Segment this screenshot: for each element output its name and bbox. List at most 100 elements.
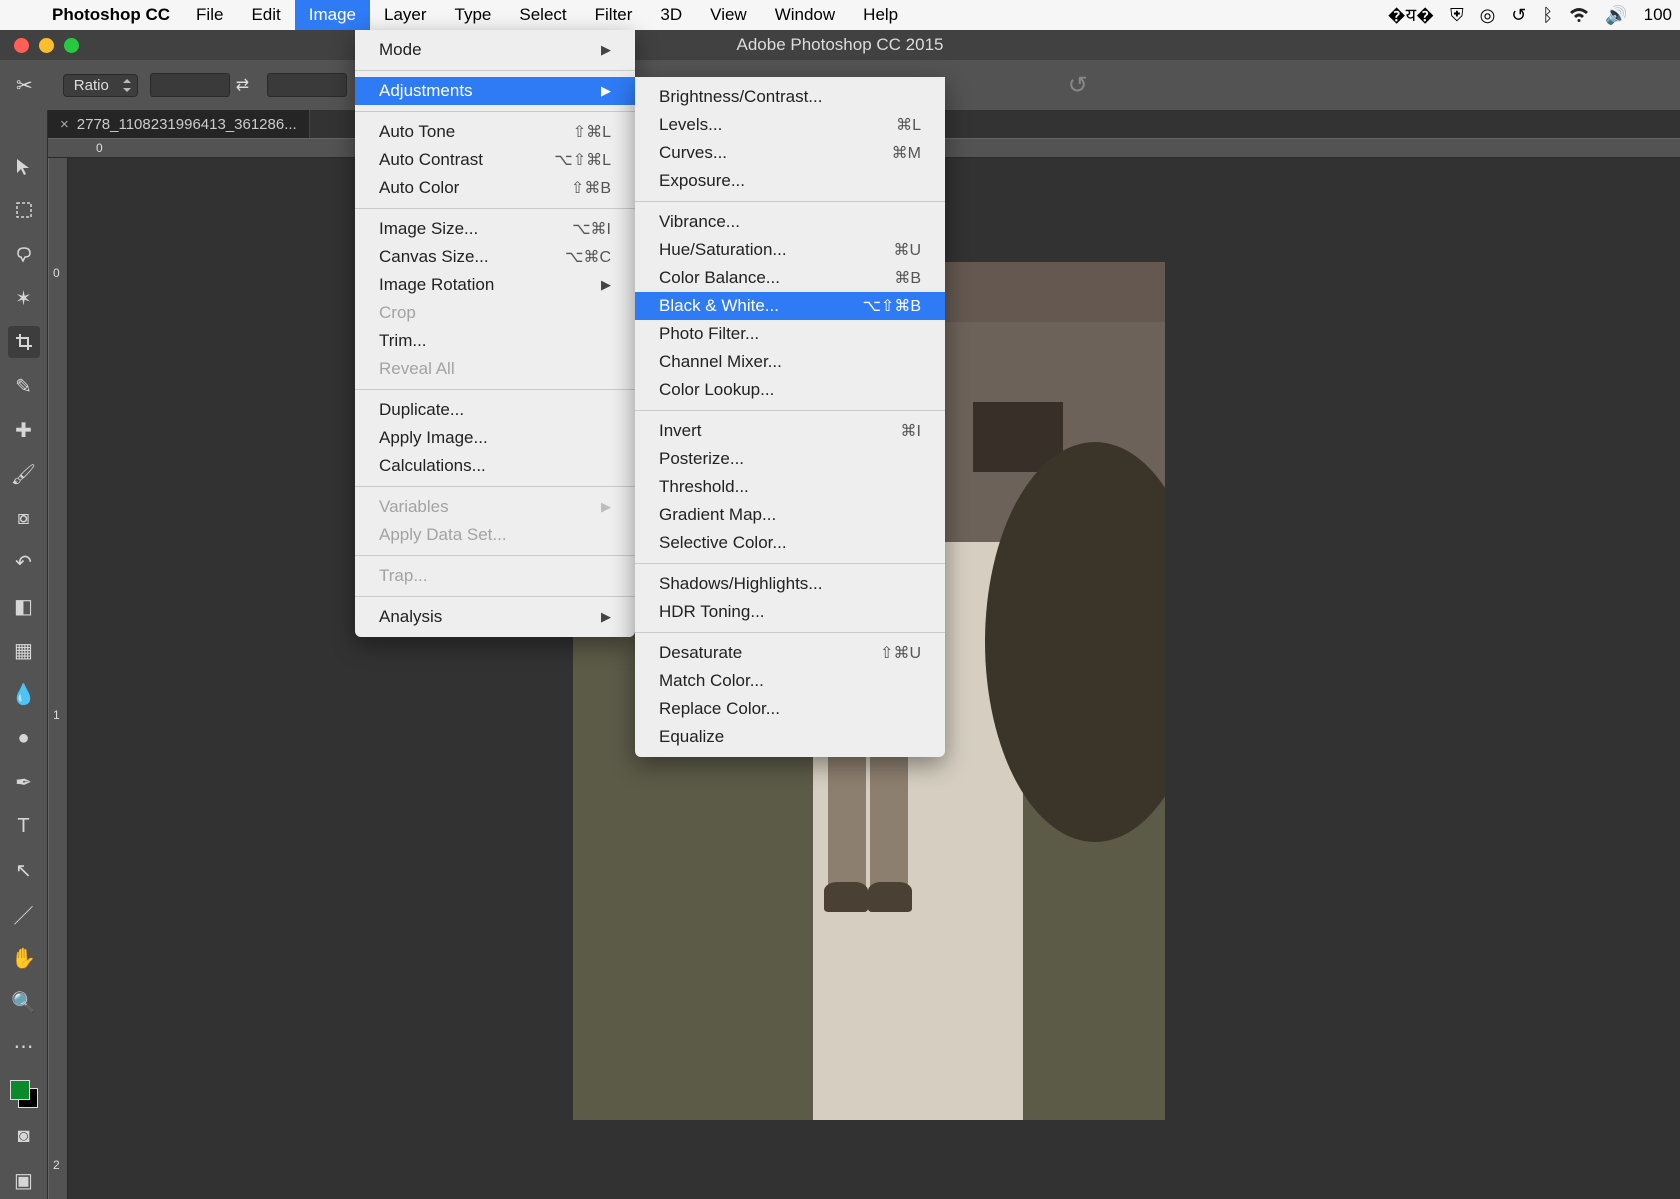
image-menu-item-canvas-size[interactable]: Canvas Size...⌥⌘C — [355, 243, 635, 271]
stamp-tool-icon[interactable]: ⧇ — [8, 502, 40, 534]
adjustments-item-selective-color[interactable]: Selective Color... — [635, 529, 945, 557]
menu-item-shortcut: ⌘U — [893, 240, 921, 260]
adjustments-item-shadows-highlights[interactable]: Shadows/Highlights... — [635, 570, 945, 598]
image-menu-item-image-rotation[interactable]: Image Rotation▶ — [355, 271, 635, 299]
adjustments-item-match-color[interactable]: Match Color... — [635, 667, 945, 695]
ratio-dropdown[interactable]: Ratio — [63, 74, 138, 97]
ratio-field-w[interactable] — [150, 73, 230, 97]
menu-window[interactable]: Window — [761, 0, 849, 30]
wifi-icon[interactable] — [1569, 7, 1589, 23]
path-tool-icon[interactable]: ↖ — [8, 854, 40, 886]
adjustments-item-desaturate[interactable]: Desaturate⇧⌘U — [635, 639, 945, 667]
line-tool-icon[interactable]: ／ — [8, 898, 40, 930]
healing-tool-icon[interactable]: ✚ — [8, 414, 40, 446]
adjustments-item-photo-filter[interactable]: Photo Filter... — [635, 320, 945, 348]
adjustments-item-threshold[interactable]: Threshold... — [635, 473, 945, 501]
image-menu-item-crop: Crop — [355, 299, 635, 327]
minimize-dot[interactable] — [39, 38, 54, 53]
swap-icon[interactable]: ⇄ — [236, 75, 249, 95]
menu-type[interactable]: Type — [441, 0, 506, 30]
menu-edit[interactable]: Edit — [237, 0, 294, 30]
volume-icon[interactable]: 🔊 — [1605, 5, 1627, 26]
adjustments-item-invert[interactable]: Invert⌘I — [635, 417, 945, 445]
document-tab[interactable]: × 2778_1108231996413_361286... — [48, 110, 310, 138]
adjustments-item-vibrance[interactable]: Vibrance... — [635, 208, 945, 236]
magic-wand-tool-icon[interactable]: ✶ — [8, 282, 40, 314]
image-menu-item-trap: Trap... — [355, 562, 635, 590]
adjustments-item-exposure[interactable]: Exposure... — [635, 167, 945, 195]
adjustments-item-replace-color[interactable]: Replace Color... — [635, 695, 945, 723]
shield-icon[interactable]: ⛨ — [1450, 5, 1464, 26]
bluetooth-icon[interactable]: ᛒ — [1542, 5, 1553, 26]
image-menu-item-image-size[interactable]: Image Size...⌥⌘I — [355, 215, 635, 243]
adjustments-item-color-lookup[interactable]: Color Lookup... — [635, 376, 945, 404]
image-menu-item-auto-color[interactable]: Auto Color⇧⌘B — [355, 174, 635, 202]
lasso-tool-icon[interactable] — [8, 238, 40, 270]
menu-item-shortcut: ⇧⌘L — [573, 122, 611, 142]
gradient-tool-icon[interactable]: ▦ — [8, 634, 40, 666]
dodge-tool-icon[interactable]: ● — [8, 722, 40, 754]
crop-tool-icon[interactable] — [8, 326, 40, 358]
menu-file[interactable]: File — [182, 0, 237, 30]
brush-tool-icon[interactable]: 🖌 — [8, 458, 40, 490]
menu-image[interactable]: Image — [295, 0, 370, 30]
cc-icon[interactable]: ◎ — [1480, 5, 1496, 26]
screenmode-icon[interactable]: ▣ — [8, 1164, 40, 1196]
image-menu-item-adjustments[interactable]: Adjustments▶ — [355, 77, 635, 105]
image-menu-item-duplicate[interactable]: Duplicate... — [355, 396, 635, 424]
battery-percent[interactable]: 100 — [1644, 5, 1672, 25]
move-tool-icon[interactable] — [8, 150, 40, 182]
more-icon[interactable]: ⋯ — [8, 1030, 40, 1062]
menu-item-label: Brightness/Contrast... — [659, 87, 921, 107]
quickmask-icon[interactable]: ◙ — [8, 1120, 40, 1152]
marquee-tool-icon[interactable] — [8, 194, 40, 226]
image-menu-item-calculations[interactable]: Calculations... — [355, 452, 635, 480]
adjustments-item-hue-saturation[interactable]: Hue/Saturation...⌘U — [635, 236, 945, 264]
adjustments-item-levels[interactable]: Levels...⌘L — [635, 111, 945, 139]
timemachine-icon[interactable]: ↺ — [1511, 5, 1526, 26]
image-menu-item-analysis[interactable]: Analysis▶ — [355, 603, 635, 631]
image-menu-item-apply-image[interactable]: Apply Image... — [355, 424, 635, 452]
menu-layer[interactable]: Layer — [370, 0, 441, 30]
color-swatches[interactable] — [10, 1080, 38, 1108]
adjustments-item-curves[interactable]: Curves...⌘M — [635, 139, 945, 167]
close-dot[interactable] — [14, 38, 29, 53]
close-tab-icon[interactable]: × — [60, 116, 69, 133]
image-menu-item-auto-contrast[interactable]: Auto Contrast⌥⇧⌘L — [355, 146, 635, 174]
type-tool-icon[interactable]: T — [8, 810, 40, 842]
menu-item-label: Image Rotation — [379, 275, 561, 295]
history-brush-tool-icon[interactable]: ↶ — [8, 546, 40, 578]
adjustments-item-gradient-map[interactable]: Gradient Map... — [635, 501, 945, 529]
image-menu-item-mode[interactable]: Mode▶ — [355, 36, 635, 64]
adjustments-item-channel-mixer[interactable]: Channel Mixer... — [635, 348, 945, 376]
ratio-field-h[interactable] — [267, 73, 347, 97]
crop-icon[interactable]: ✂ — [16, 73, 33, 98]
window-title: Adobe Photoshop CC 2015 — [0, 35, 1680, 55]
menu-help[interactable]: Help — [849, 0, 912, 30]
image-menu-item-auto-tone[interactable]: Auto Tone⇧⌘L — [355, 118, 635, 146]
foreground-swatch[interactable] — [10, 1080, 30, 1100]
menu-filter[interactable]: Filter — [581, 0, 647, 30]
zoom-dot[interactable] — [64, 38, 79, 53]
dropbox-icon[interactable]: �य� — [1388, 3, 1434, 27]
pen-tool-icon[interactable]: ✒ — [8, 766, 40, 798]
zoom-tool-icon[interactable]: 🔍 — [8, 986, 40, 1018]
adjustments-item-posterize[interactable]: Posterize... — [635, 445, 945, 473]
app-name[interactable]: Photoshop CC — [40, 5, 182, 25]
reset-icon[interactable]: ↺ — [1068, 71, 1088, 100]
submenu-arrow-icon: ▶ — [601, 499, 611, 515]
eraser-tool-icon[interactable]: ◧ — [8, 590, 40, 622]
adjustments-item-color-balance[interactable]: Color Balance...⌘B — [635, 264, 945, 292]
menu-view[interactable]: View — [696, 0, 761, 30]
menu-3d[interactable]: 3D — [646, 0, 696, 30]
blur-tool-icon[interactable]: 💧 — [8, 678, 40, 710]
adjustments-item-brightness-contrast[interactable]: Brightness/Contrast... — [635, 83, 945, 111]
adjustments-item-equalize[interactable]: Equalize — [635, 723, 945, 751]
menu-item-shortcut: ⌥⌘I — [572, 219, 611, 239]
image-menu-item-trim[interactable]: Trim... — [355, 327, 635, 355]
adjustments-item-hdr-toning[interactable]: HDR Toning... — [635, 598, 945, 626]
hand-tool-icon[interactable]: ✋ — [8, 942, 40, 974]
adjustments-item-black-white[interactable]: Black & White...⌥⇧⌘B — [635, 292, 945, 320]
menu-select[interactable]: Select — [505, 0, 580, 30]
eyedropper-tool-icon[interactable]: ✎ — [8, 370, 40, 402]
